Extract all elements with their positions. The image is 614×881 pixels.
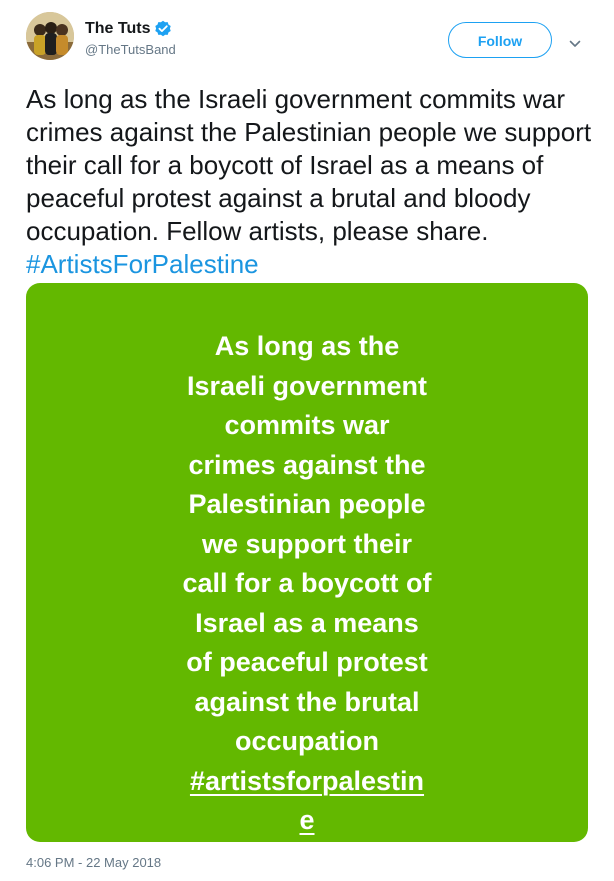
media-text-line: Israeli government [186,370,428,401]
tweet-media-image[interactable]: As long as the Israeli government commits … [26,283,588,842]
media-hashtag-line: #artistsforpalestin [26,762,588,802]
media-hashtag-line: e [26,801,588,841]
media-text-line: Israel as a means [195,607,419,638]
media-text-line: we support their [201,528,412,559]
media-text-line: of peaceful protest [186,647,428,677]
tweet-card: The Tuts @TheTutsBand Follow As long as … [0,0,614,881]
media-image-text: As long as the Israeli government commits … [26,327,588,841]
band-photo-avatar-icon [26,12,74,60]
author-handle[interactable]: @TheTutsBand [85,42,176,58]
media-text-line: occupation [234,726,379,756]
author-name-row: The Tuts [85,19,172,39]
media-text-line: As long as the [214,331,400,361]
hashtag-link[interactable]: #ArtistsForPalestine [26,249,259,279]
chevron-down-icon[interactable] [569,36,581,47]
verified-badge-icon [154,20,172,38]
media-text-line: against the brutal [194,686,420,717]
tweet-body: As long as the Israeli government commit… [26,84,592,246]
author-display-name[interactable]: The Tuts [85,19,150,39]
media-hashtag-text: e [299,805,315,835]
media-text-line: commits war [224,410,390,440]
follow-button[interactable]: Follow [448,22,552,58]
media-text-line: call for a boycott of [182,568,432,598]
tweet-timestamp[interactable]: 4:06 PM - 22 May 2018 [26,855,161,871]
media-text-line: Palestinian people [188,489,426,519]
media-text-line: crimes against the [188,449,426,480]
media-hashtag-text: #artistsforpalestin [189,765,425,796]
avatar[interactable] [26,12,74,60]
tweet-text: As long as the Israeli government commit… [26,83,596,281]
